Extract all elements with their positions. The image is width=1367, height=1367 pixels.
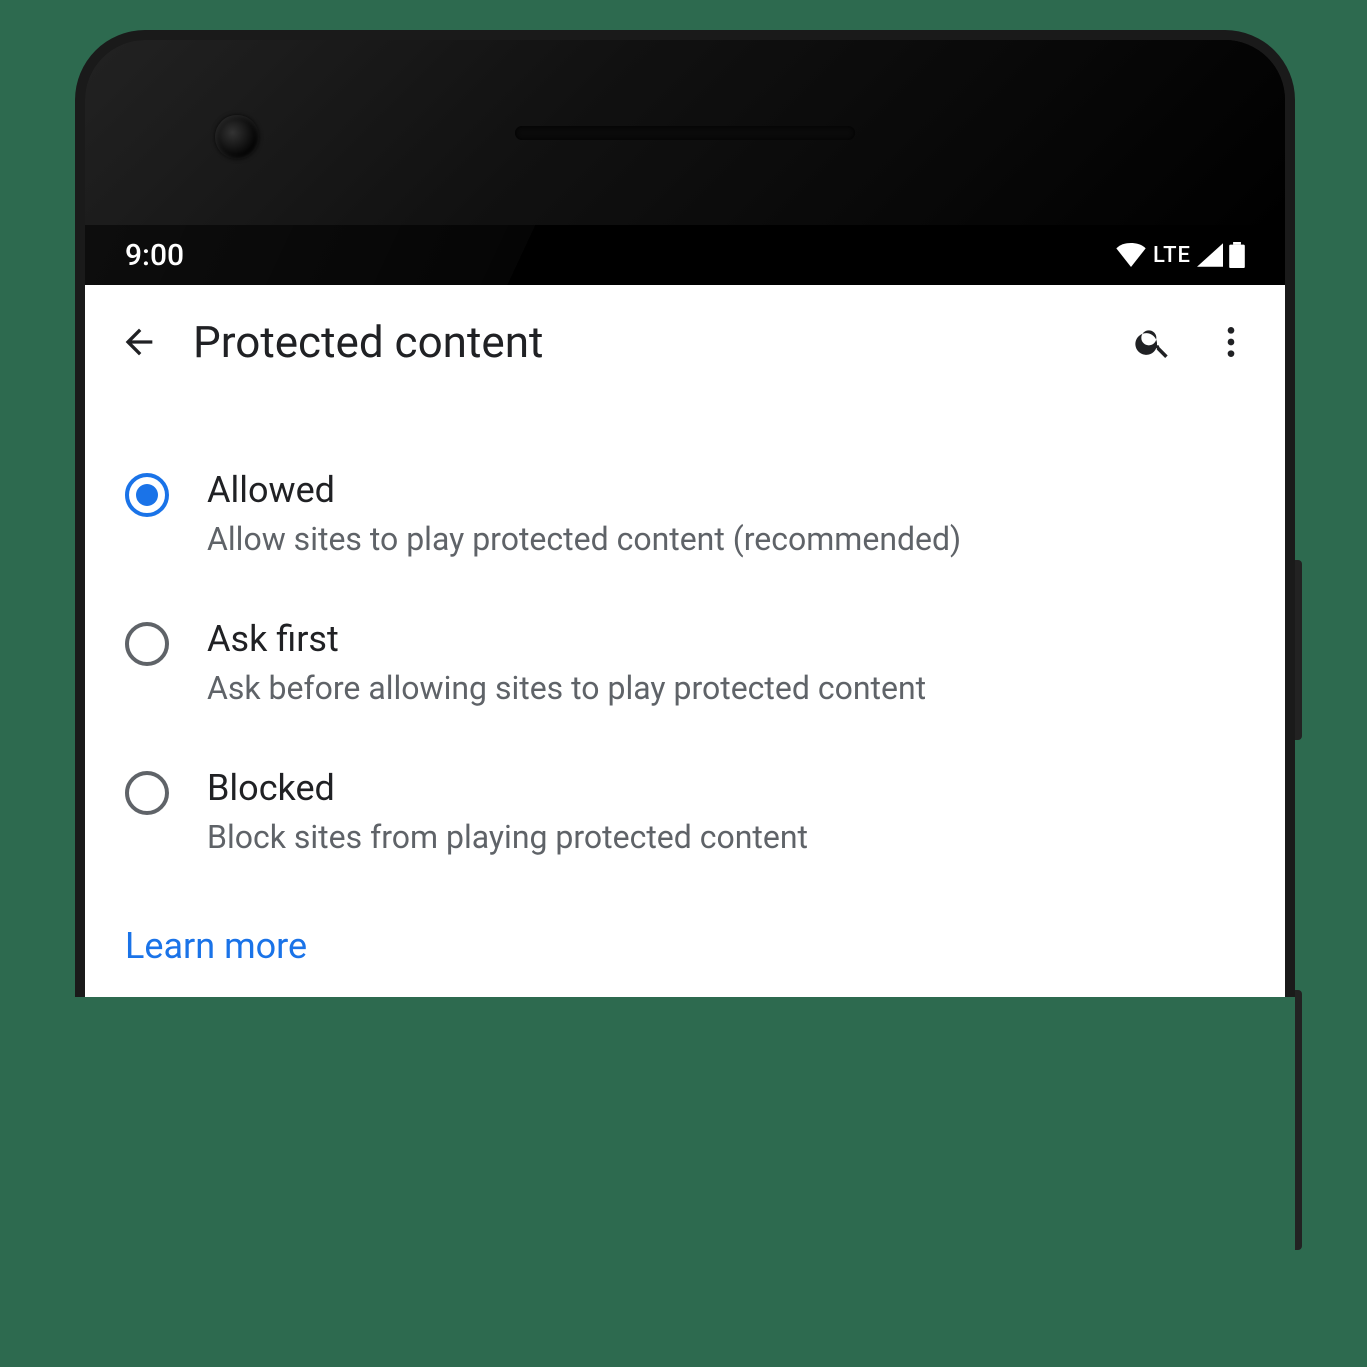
option-text: Allowed Allow sites to play protected co… xyxy=(207,469,1245,562)
status-bar: 9:00 LTE xyxy=(85,225,1285,285)
battery-icon xyxy=(1229,242,1245,268)
option-allowed[interactable]: Allowed Allow sites to play protected co… xyxy=(125,449,1245,598)
status-time: 9:00 xyxy=(125,238,184,273)
status-right: LTE xyxy=(1115,242,1245,268)
radio-ask-first[interactable] xyxy=(125,622,169,666)
option-title: Allowed xyxy=(207,469,1245,511)
cellular-icon xyxy=(1197,243,1223,267)
page-title: Protected content xyxy=(193,316,1099,368)
option-text: Ask first Ask before allowing sites to p… xyxy=(207,618,1245,711)
screen: Protected content Allowed Allow sites to… xyxy=(85,285,1285,997)
phone-side-button xyxy=(1295,560,1302,740)
more-vert-icon xyxy=(1211,322,1251,362)
phone-inner: 9:00 LTE Protected content xyxy=(85,40,1285,997)
arrow-back-icon xyxy=(119,322,159,362)
phone-side-button xyxy=(1295,990,1302,1250)
option-title: Ask first xyxy=(207,618,1245,660)
speaker-grille xyxy=(515,126,855,140)
option-blocked[interactable]: Blocked Block sites from playing protect… xyxy=(125,747,1245,896)
option-title: Blocked xyxy=(207,767,1245,809)
radio-blocked[interactable] xyxy=(125,771,169,815)
network-label: LTE xyxy=(1153,243,1191,268)
search-icon xyxy=(1133,322,1173,362)
more-button[interactable] xyxy=(1207,318,1255,366)
back-button[interactable] xyxy=(115,318,163,366)
option-desc: Allow sites to play protected content (r… xyxy=(207,517,1245,562)
search-button[interactable] xyxy=(1129,318,1177,366)
phone-hardware xyxy=(85,40,1285,225)
content: Allowed Allow sites to play protected co… xyxy=(85,399,1285,997)
option-ask-first[interactable]: Ask first Ask before allowing sites to p… xyxy=(125,598,1245,747)
app-bar: Protected content xyxy=(85,285,1285,399)
learn-more-link[interactable]: Learn more xyxy=(125,895,307,997)
phone-frame: 9:00 LTE Protected content xyxy=(75,30,1295,997)
radio-allowed[interactable] xyxy=(125,473,169,517)
front-camera xyxy=(215,115,259,159)
option-text: Blocked Block sites from playing protect… xyxy=(207,767,1245,860)
option-desc: Block sites from playing protected conte… xyxy=(207,815,1245,860)
wifi-icon xyxy=(1115,243,1147,267)
option-desc: Ask before allowing sites to play protec… xyxy=(207,666,1245,711)
